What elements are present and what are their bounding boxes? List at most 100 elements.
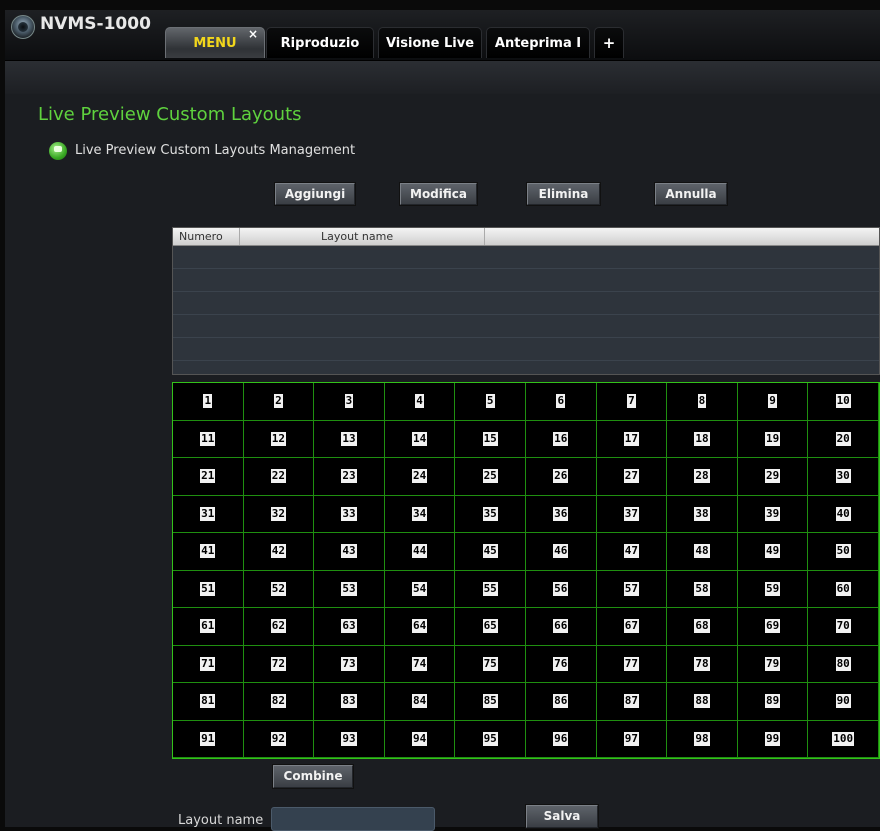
grid-cell[interactable]: 17 <box>596 420 668 458</box>
grid-cell[interactable]: 83 <box>314 683 385 721</box>
grid-cell[interactable]: 91 <box>173 720 244 758</box>
grid-cell[interactable]: 3 <box>314 383 385 421</box>
tab-menu[interactable]: MENU × <box>165 27 265 58</box>
grid-cell[interactable]: 4 <box>384 383 456 421</box>
grid-cell[interactable]: 100 <box>808 720 879 758</box>
grid-cell[interactable]: 39 <box>737 495 809 533</box>
grid-cell[interactable]: 89 <box>737 683 809 721</box>
tab-riproduzione[interactable]: Riproduzio <box>266 27 374 58</box>
grid-cell[interactable]: 56 <box>525 570 597 608</box>
delete-button[interactable]: Elimina <box>527 183 600 205</box>
grid-cell[interactable]: 48 <box>667 533 738 571</box>
column-header-layout-name[interactable]: Layout name <box>321 230 393 243</box>
save-button[interactable]: Salva <box>526 805 598 828</box>
grid-cell[interactable]: 45 <box>455 533 526 571</box>
channel-grid[interactable]: 1 2 3 4 5 6 7 8 9 10 11 12 13 14 15 16 17 18 19 20 21 22 23 24 2… <box>172 382 880 759</box>
grid-cell[interactable]: 9 <box>737 383 809 421</box>
grid-cell[interactable]: 65 <box>455 608 526 646</box>
grid-cell[interactable]: 10 <box>808 383 879 421</box>
grid-cell[interactable]: 1 <box>173 383 244 421</box>
grid-cell[interactable]: 47 <box>596 533 668 571</box>
modify-button[interactable]: Modifica <box>400 183 477 205</box>
grid-cell[interactable]: 40 <box>808 495 879 533</box>
grid-cell[interactable]: 90 <box>808 683 879 721</box>
grid-cell[interactable]: 96 <box>525 720 597 758</box>
grid-cell[interactable]: 69 <box>737 608 809 646</box>
grid-cell[interactable]: 60 <box>808 570 879 608</box>
grid-cell[interactable]: 49 <box>737 533 809 571</box>
grid-cell[interactable]: 8 <box>667 383 738 421</box>
grid-cell[interactable]: 72 <box>243 645 315 683</box>
grid-cell[interactable]: 53 <box>314 570 385 608</box>
grid-cell[interactable]: 26 <box>525 458 597 496</box>
grid-cell[interactable]: 27 <box>596 458 668 496</box>
grid-cell[interactable]: 44 <box>384 533 456 571</box>
grid-cell[interactable]: 6 <box>525 383 597 421</box>
grid-cell[interactable]: 76 <box>525 645 597 683</box>
grid-cell[interactable]: 21 <box>173 458 244 496</box>
grid-cell[interactable]: 61 <box>173 608 244 646</box>
grid-cell[interactable]: 28 <box>667 458 738 496</box>
grid-cell[interactable]: 99 <box>737 720 809 758</box>
grid-cell[interactable]: 36 <box>525 495 597 533</box>
grid-cell[interactable]: 31 <box>173 495 244 533</box>
grid-cell[interactable]: 84 <box>384 683 456 721</box>
cancel-button[interactable]: Annulla <box>655 183 727 205</box>
grid-cell[interactable]: 16 <box>525 420 597 458</box>
grid-cell[interactable]: 68 <box>667 608 738 646</box>
grid-cell[interactable]: 66 <box>525 608 597 646</box>
grid-cell[interactable]: 12 <box>243 420 315 458</box>
grid-cell[interactable]: 63 <box>314 608 385 646</box>
grid-cell[interactable]: 94 <box>384 720 456 758</box>
grid-cell[interactable]: 19 <box>737 420 809 458</box>
grid-cell[interactable]: 11 <box>173 420 244 458</box>
tab-visione-live[interactable]: Visione Live <box>378 27 482 58</box>
grid-cell[interactable]: 29 <box>737 458 809 496</box>
grid-cell[interactable]: 57 <box>596 570 668 608</box>
grid-cell[interactable]: 22 <box>243 458 315 496</box>
grid-cell[interactable]: 92 <box>243 720 315 758</box>
grid-cell[interactable]: 14 <box>384 420 456 458</box>
grid-cell[interactable]: 30 <box>808 458 879 496</box>
combine-button[interactable]: Combine <box>273 765 353 788</box>
grid-cell[interactable]: 59 <box>737 570 809 608</box>
grid-cell[interactable]: 87 <box>596 683 668 721</box>
grid-cell[interactable]: 85 <box>455 683 526 721</box>
grid-cell[interactable]: 33 <box>314 495 385 533</box>
grid-cell[interactable]: 73 <box>314 645 385 683</box>
grid-cell[interactable]: 58 <box>667 570 738 608</box>
grid-cell[interactable]: 78 <box>667 645 738 683</box>
grid-cell[interactable]: 38 <box>667 495 738 533</box>
grid-cell[interactable]: 70 <box>808 608 879 646</box>
grid-cell[interactable]: 23 <box>314 458 385 496</box>
grid-cell[interactable]: 43 <box>314 533 385 571</box>
grid-cell[interactable]: 7 <box>596 383 668 421</box>
grid-cell[interactable]: 81 <box>173 683 244 721</box>
grid-cell[interactable]: 86 <box>525 683 597 721</box>
grid-cell[interactable]: 42 <box>243 533 315 571</box>
grid-cell[interactable]: 71 <box>173 645 244 683</box>
table-body[interactable] <box>173 246 879 374</box>
grid-cell[interactable]: 5 <box>455 383 526 421</box>
grid-cell[interactable]: 50 <box>808 533 879 571</box>
grid-cell[interactable]: 46 <box>525 533 597 571</box>
grid-cell[interactable]: 98 <box>667 720 738 758</box>
grid-cell[interactable]: 88 <box>667 683 738 721</box>
grid-cell[interactable]: 75 <box>455 645 526 683</box>
grid-cell[interactable]: 51 <box>173 570 244 608</box>
grid-cell[interactable]: 54 <box>384 570 456 608</box>
grid-cell[interactable]: 37 <box>596 495 668 533</box>
grid-cell[interactable]: 77 <box>596 645 668 683</box>
grid-cell[interactable]: 41 <box>173 533 244 571</box>
grid-cell[interactable]: 64 <box>384 608 456 646</box>
layout-name-input[interactable] <box>271 807 435 831</box>
grid-cell[interactable]: 67 <box>596 608 668 646</box>
grid-cell[interactable]: 32 <box>243 495 315 533</box>
grid-cell[interactable]: 74 <box>384 645 456 683</box>
grid-cell[interactable]: 95 <box>455 720 526 758</box>
close-icon[interactable]: × <box>248 19 258 50</box>
grid-cell[interactable]: 79 <box>737 645 809 683</box>
grid-cell[interactable]: 15 <box>455 420 526 458</box>
grid-cell[interactable]: 62 <box>243 608 315 646</box>
add-tab-button[interactable]: + <box>594 27 624 58</box>
